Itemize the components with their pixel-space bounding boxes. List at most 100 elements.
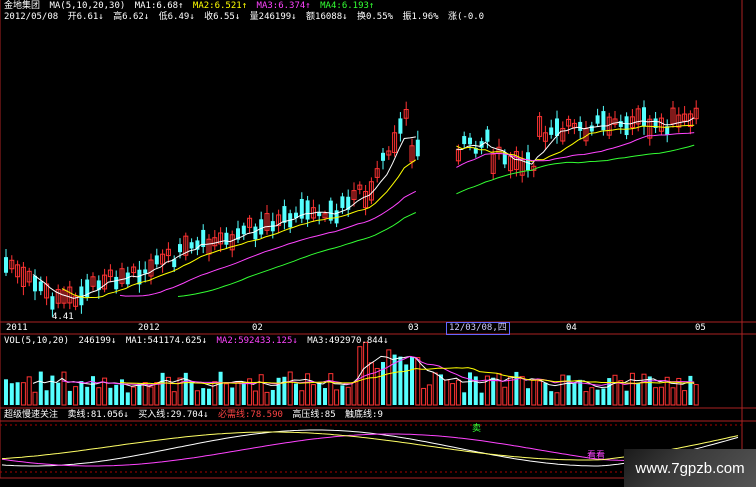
vol-ma2: MA2:592433.125↓ bbox=[216, 336, 298, 346]
indicator-header: 超级慢速关注 卖线:81.056↓ 买入线:29.704↓ 必需线:78.590… bbox=[4, 410, 387, 421]
volume-bar bbox=[508, 376, 514, 406]
candle-body bbox=[114, 276, 119, 290]
volume-bar bbox=[328, 373, 334, 406]
candle-body bbox=[589, 125, 594, 132]
volume-bar bbox=[526, 388, 530, 405]
volume-bar bbox=[572, 382, 577, 405]
volume-bar bbox=[73, 386, 79, 406]
volume-bar bbox=[549, 391, 554, 405]
volume-bar bbox=[479, 392, 484, 405]
volume-bar bbox=[496, 373, 502, 406]
candle-body bbox=[178, 244, 182, 253]
volume-bar bbox=[154, 381, 160, 406]
volume-bar bbox=[455, 379, 461, 406]
volume-bar bbox=[299, 390, 305, 406]
candle-body bbox=[415, 139, 420, 157]
volume-bar bbox=[67, 390, 72, 405]
volume-bar bbox=[432, 372, 438, 406]
volume-bar bbox=[670, 387, 676, 406]
sell-mark: 卖 bbox=[472, 424, 482, 434]
volume-bar bbox=[468, 372, 472, 405]
site-watermark: www.7gpzb.com bbox=[624, 449, 756, 487]
volume-bar bbox=[218, 371, 223, 405]
quote-date: 2012/05/08 bbox=[4, 12, 59, 22]
candle-body bbox=[154, 255, 159, 265]
volume-bar bbox=[131, 386, 137, 406]
price-low-label: 4.41 bbox=[52, 312, 74, 322]
volume-bar bbox=[653, 387, 659, 406]
volume-bar bbox=[323, 388, 327, 405]
candle-body bbox=[398, 118, 403, 134]
volume-bar bbox=[189, 381, 194, 405]
xaxis-tick: 2012 bbox=[138, 323, 160, 333]
volume-bar bbox=[595, 389, 600, 405]
volume-bar bbox=[241, 381, 246, 405]
quote-amplitude: 振1.96% bbox=[402, 12, 439, 22]
candle-body bbox=[549, 127, 554, 135]
volume-bar bbox=[50, 375, 55, 405]
must-sell-value: 必需线:78.590 bbox=[218, 410, 283, 420]
volume-bar bbox=[235, 382, 241, 406]
volume-bar bbox=[374, 367, 380, 406]
quote-change: 涨(-0.0 bbox=[448, 12, 485, 22]
ma-label: MA(5,10,20,30) bbox=[49, 1, 126, 11]
candle-body bbox=[224, 232, 229, 245]
candle-body bbox=[468, 137, 472, 145]
candle-body bbox=[578, 121, 583, 131]
candle-body bbox=[4, 257, 8, 273]
volume-bar bbox=[502, 386, 508, 406]
volume-bar bbox=[519, 376, 525, 406]
quote-amount: 额16088↓ bbox=[306, 12, 348, 22]
ma1-value: MA1:6.68↑ bbox=[134, 1, 184, 11]
volume-bar bbox=[201, 388, 206, 405]
volume-bar bbox=[207, 388, 211, 405]
volume-bar bbox=[566, 375, 571, 405]
ma4-line bbox=[177, 144, 695, 297]
volume-bar bbox=[171, 391, 177, 406]
volume-bar bbox=[310, 384, 316, 406]
volume-header: VOL(5,10,20) 246199↓ MA1:541174.625↓ MA2… bbox=[4, 336, 393, 347]
volume-bar bbox=[9, 383, 14, 405]
xaxis-tick: 03 bbox=[408, 323, 419, 333]
candle-body bbox=[340, 196, 345, 208]
volume-bar bbox=[91, 376, 95, 405]
volume-bar bbox=[560, 374, 566, 406]
quote-info: 2012/05/08 开6.61↓ 高6.62↓ 低6.49↓ 收6.55↓ 量… bbox=[4, 12, 488, 23]
volume-bar bbox=[629, 372, 635, 406]
volume-bar bbox=[421, 387, 427, 406]
candle-body bbox=[33, 275, 37, 292]
high-pressure-value: 高压线:85 bbox=[292, 410, 336, 420]
quote-close: 收6.55↓ bbox=[204, 12, 241, 22]
volume-bar bbox=[85, 386, 90, 405]
ma2-line bbox=[61, 124, 695, 299]
candle-body bbox=[624, 116, 629, 136]
volume-bar bbox=[398, 356, 403, 405]
ma4-value: MA4:6.193↑ bbox=[320, 1, 375, 11]
volume-bar bbox=[351, 381, 357, 406]
volume-bar bbox=[317, 382, 322, 405]
volume-bar bbox=[160, 372, 165, 405]
volume-bar bbox=[415, 357, 421, 406]
volume-bar bbox=[578, 379, 583, 405]
candle-body bbox=[601, 111, 606, 131]
volume-bar bbox=[439, 374, 443, 405]
volume-bar bbox=[252, 390, 258, 406]
volume-bar bbox=[410, 356, 414, 405]
volume-bar bbox=[363, 341, 369, 406]
volume-bar bbox=[340, 385, 345, 405]
volume-bar bbox=[624, 390, 629, 405]
volume-bar bbox=[32, 391, 38, 406]
volume-bar bbox=[114, 384, 119, 405]
volume-bar bbox=[612, 374, 618, 406]
candle-body bbox=[485, 129, 490, 142]
xaxis-tick: 05 bbox=[695, 323, 706, 333]
volume-bar bbox=[589, 387, 595, 406]
volume-bar bbox=[636, 382, 641, 405]
chart-grid bbox=[0, 0, 756, 479]
volume-bar bbox=[26, 376, 32, 406]
vol-ma3: MA3:492970.844↓ bbox=[307, 336, 389, 346]
volume-bar bbox=[148, 386, 154, 406]
volume-bar bbox=[20, 382, 26, 406]
volume-bar bbox=[368, 362, 374, 406]
volume-bar bbox=[137, 383, 142, 405]
